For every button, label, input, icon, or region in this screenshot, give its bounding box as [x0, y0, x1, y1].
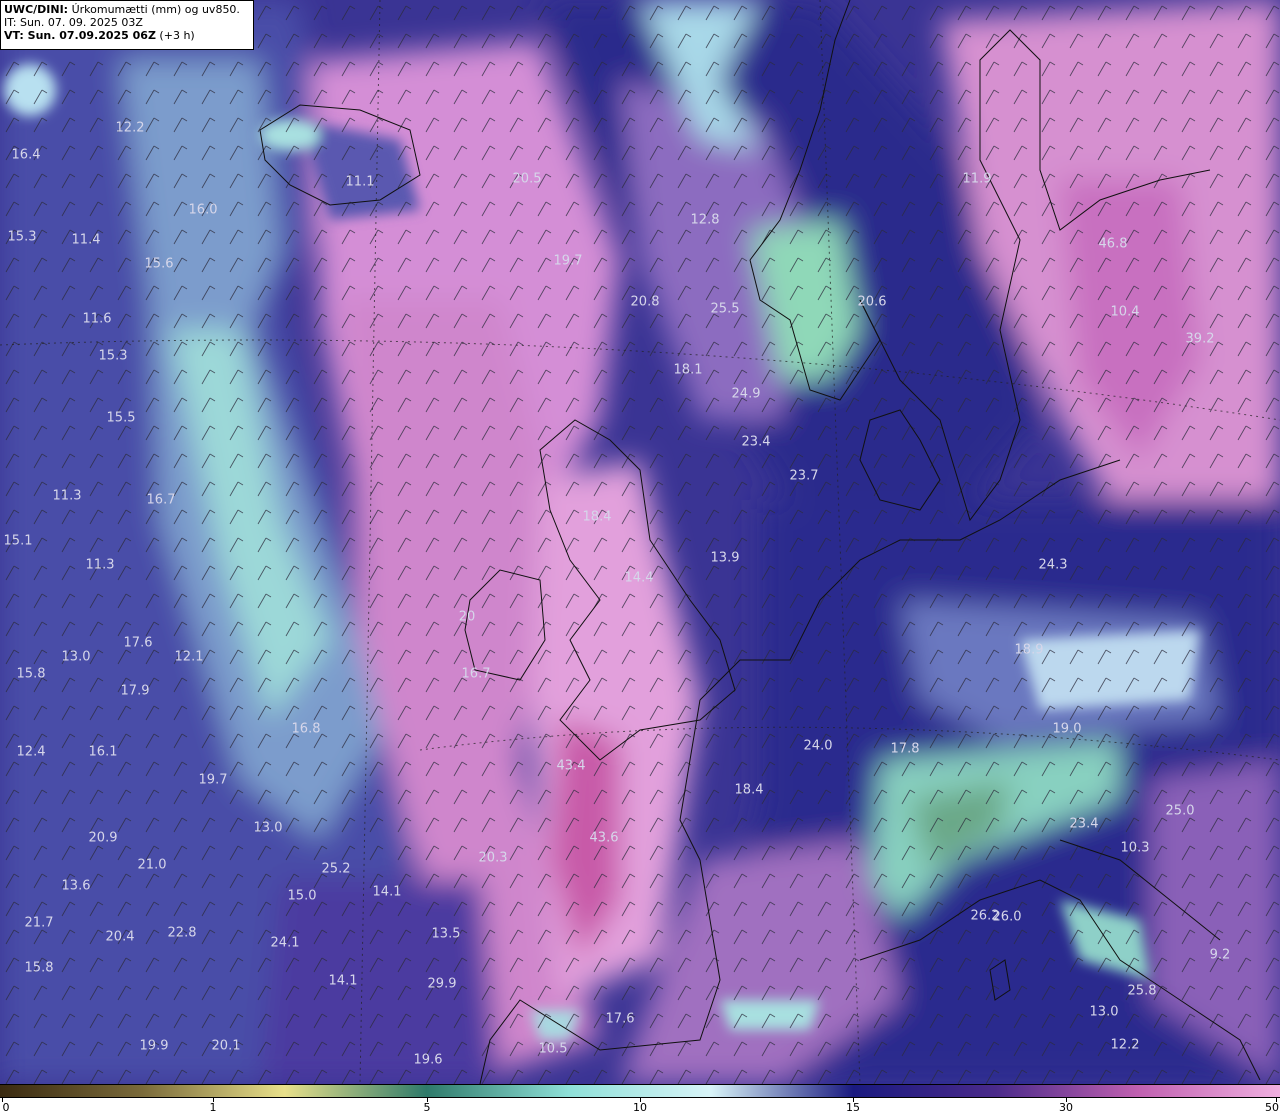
- map-header: UWC/DINI: Úrkomumætti (mm) og uv850. IT:…: [0, 0, 254, 50]
- precip-value-label: 24.1: [270, 935, 300, 951]
- precip-value-label: 10.3: [1120, 840, 1150, 856]
- precip-value-label: 16.7: [146, 492, 176, 508]
- colorbar-tick-label: 30: [1059, 1101, 1073, 1114]
- precip-value-label: 15.3: [7, 229, 37, 245]
- precip-value-label: 17.8: [890, 741, 920, 757]
- precip-value-label: 20: [458, 609, 476, 625]
- model-name: UWC/DINI:: [4, 3, 69, 16]
- precip-value-label: 13.0: [61, 649, 91, 665]
- colorbar-tick-label: 0: [2, 1101, 10, 1114]
- precip-value-label: 18.1: [673, 362, 703, 378]
- precip-value-label: 11.9: [962, 171, 992, 187]
- precip-value-label: 18.4: [582, 509, 612, 525]
- precip-value-label: 19.7: [198, 772, 228, 788]
- precip-value-label: 23.4: [1069, 816, 1099, 832]
- precip-value-label: 20.5: [512, 171, 542, 187]
- precip-value-label: 17.6: [605, 1011, 635, 1027]
- lead-time: (+3 h): [155, 29, 195, 42]
- precip-value-label: 18.9: [1014, 642, 1044, 658]
- precip-value-label: 19.9: [139, 1038, 169, 1054]
- map-title: Úrkomumætti (mm) og uv850.: [68, 3, 240, 16]
- precip-value-label: 14.1: [372, 884, 402, 900]
- precip-value-label: 10.5: [538, 1041, 568, 1057]
- precip-value-label: 15.6: [144, 256, 174, 272]
- precip-value-label: 13.0: [253, 820, 283, 836]
- precip-value-label: 10.4: [1110, 304, 1140, 320]
- wind-barbs: [0, 0, 1280, 1084]
- precip-value-label: 13.6: [61, 878, 91, 894]
- precip-value-label: 15.8: [24, 960, 54, 976]
- precip-value-label: 9.2: [1209, 947, 1231, 963]
- precip-value-label: 15.8: [16, 666, 46, 682]
- precip-value-label: 19.7: [553, 253, 583, 269]
- precip-value-label: 21.7: [24, 915, 54, 931]
- precip-value-label: 13.0: [1089, 1004, 1119, 1020]
- precip-value-label: 12.1: [174, 649, 204, 665]
- precip-value-label: 24.3: [1038, 557, 1068, 573]
- precip-value-label: 29.9: [427, 976, 457, 992]
- precip-value-label: 11.4: [71, 232, 101, 248]
- precip-value-label: 19.0: [1052, 721, 1082, 737]
- precip-value-label: 15.1: [3, 533, 33, 549]
- precip-value-label: 11.3: [52, 488, 82, 504]
- colorbar-tick-label: 10: [633, 1101, 647, 1114]
- precip-value-label: 15.0: [287, 888, 317, 904]
- colorbar-tick-label: 50: [1265, 1101, 1279, 1114]
- precip-value-label: 11.1: [345, 174, 375, 190]
- precip-value-label: 11.3: [85, 557, 115, 573]
- precip-value-label: 13.5: [431, 926, 461, 942]
- precip-value-label: 20.9: [88, 830, 118, 846]
- precip-value-label: 11.6: [82, 311, 112, 327]
- precip-value-label: 25.2: [321, 861, 351, 877]
- precip-value-label: 20.4: [105, 929, 135, 945]
- colorbar-tick-label: 5: [423, 1101, 431, 1114]
- precip-value-label: 46.8: [1098, 236, 1128, 252]
- precip-value-label: 24.9: [731, 386, 761, 402]
- precip-value-label: 13.9: [710, 550, 740, 566]
- precip-value-label: 43.4: [556, 758, 586, 774]
- precip-value-label: 17.6: [123, 635, 153, 651]
- precip-value-label: 25.0: [1165, 803, 1195, 819]
- colorbar-tick-label: 15: [846, 1101, 860, 1114]
- valid-time: VT: Sun. 07.09.2025 06Z: [4, 29, 156, 42]
- precip-value-label: 21.0: [137, 857, 167, 873]
- colorbar-tick-label: 1: [209, 1101, 217, 1114]
- precip-value-label: 24.0: [803, 738, 833, 754]
- precip-value-label: 16.0: [188, 202, 218, 218]
- precip-value-label: 14.1: [328, 973, 358, 989]
- precip-value-label: 16.8: [291, 721, 321, 737]
- precip-value-label: 20.8: [630, 294, 660, 310]
- precip-value-label: 17.9: [120, 683, 150, 699]
- precip-value-label: 25.8: [1127, 983, 1157, 999]
- precip-value-label: 19.6: [413, 1052, 443, 1068]
- precip-value-label: 20.6: [857, 294, 887, 310]
- precip-value-label: 43.6: [589, 830, 619, 846]
- precip-value-label: 16.7: [461, 666, 491, 682]
- precip-value-label: 18.4: [734, 782, 764, 798]
- map-canvas: [0, 0, 1280, 1084]
- precip-value-label: 14.4: [624, 570, 654, 586]
- precip-value-label: 26.0: [992, 909, 1022, 925]
- precip-value-label: 16.4: [11, 147, 41, 163]
- precip-value-label: 20.3: [478, 850, 508, 866]
- precip-value-label: 15.3: [98, 348, 128, 364]
- precipitation-map[interactable]: 12.2 16.4 11.1 20.5 16.0 15.3 11.4 15.6 19.7 12.8…: [0, 0, 1280, 1084]
- colorbar: 0 1 5 10 15 30 50: [0, 1084, 1280, 1115]
- init-time: IT: Sun. 07. 09. 2025 03Z: [4, 16, 143, 29]
- precip-value-label: 39.2: [1185, 331, 1215, 347]
- precip-value-label: 22.8: [167, 925, 197, 941]
- precip-value-label: 25.5: [710, 301, 740, 317]
- precip-value-label: 23.4: [741, 434, 771, 450]
- colorbar-strip: [0, 1084, 1280, 1098]
- precip-value-label: 12.4: [16, 744, 46, 760]
- precip-value-label: 15.5: [106, 410, 136, 426]
- precip-value-label: 20.1: [211, 1038, 241, 1054]
- precip-value-label: 12.8: [690, 212, 720, 228]
- precip-value-label: 12.2: [1110, 1037, 1140, 1053]
- precip-value-label: 16.1: [88, 744, 118, 760]
- precip-value-label: 12.2: [115, 120, 145, 136]
- precip-value-label: 23.7: [789, 468, 819, 484]
